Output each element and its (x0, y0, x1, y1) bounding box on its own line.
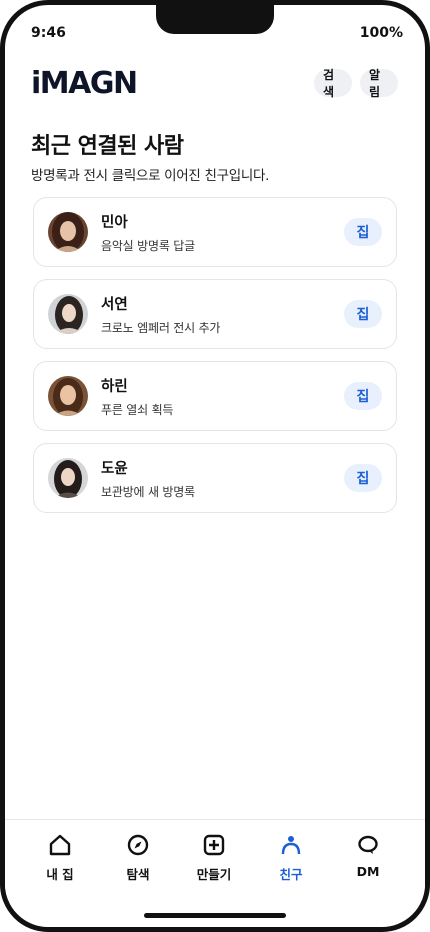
visit-home-button[interactable]: 집 (344, 300, 382, 328)
phone-frame: 9:46 100% iMAGN 검색 알림 최근 연결된 사람 방명록과 전시 … (0, 0, 430, 932)
avatar[interactable] (48, 212, 88, 252)
tab-dm[interactable]: DM (333, 832, 403, 879)
create-icon (179, 832, 249, 858)
page-subtitle: 방명록과 전시 클릭으로 이어진 친구입니다. (31, 168, 270, 184)
home-icon (25, 832, 95, 858)
visit-home-button[interactable]: 집 (344, 464, 382, 492)
tab-label: 탐색 (126, 867, 150, 882)
notch (156, 5, 274, 34)
friend-name: 하린 (101, 379, 128, 395)
avatar-photo-icon (48, 294, 88, 334)
friend-card-harin[interactable]: 하린 푸른 열쇠 획득 집 (33, 361, 397, 431)
bottom-tab-bar: 내 집 탐색 만들기 친구 DM (5, 819, 425, 900)
friend-card-doyun[interactable]: 도윤 보관방에 새 방명록 집 (33, 443, 397, 513)
person-icon (256, 832, 326, 858)
tab-label: 내 집 (46, 867, 74, 882)
friend-name: 민아 (101, 215, 128, 231)
tab-explore[interactable]: 탐색 (103, 832, 173, 883)
avatar[interactable] (48, 458, 88, 498)
visit-home-button[interactable]: 집 (344, 218, 382, 246)
home-indicator (144, 913, 286, 918)
avatar-photo-icon (48, 212, 88, 252)
avatar[interactable] (48, 294, 88, 334)
tab-home[interactable]: 내 집 (25, 832, 95, 883)
tab-label: 친구 (279, 867, 303, 882)
tab-label: DM (356, 864, 380, 879)
friend-card-mina[interactable]: 민아 음악실 방명록 답글 집 (33, 197, 397, 267)
notifications-button[interactable]: 알림 (360, 68, 398, 99)
friend-activity: 푸른 열쇠 획득 (101, 403, 174, 417)
friend-activity: 음악실 방명록 답글 (101, 239, 195, 253)
friend-name: 서연 (101, 297, 128, 313)
avatar-photo-icon (48, 458, 88, 498)
status-battery: 100% (359, 25, 403, 41)
friend-name: 도윤 (101, 461, 128, 477)
page-title: 최근 연결된 사람 (31, 134, 184, 159)
tab-create[interactable]: 만들기 (179, 832, 249, 883)
tab-friends[interactable]: 친구 (256, 832, 326, 883)
status-time: 9:46 (31, 25, 66, 41)
app-logo[interactable]: iMAGN (31, 66, 138, 101)
compass-icon (103, 832, 173, 858)
friend-list: 민아 음악실 방명록 답글 집 서연 크로노 엠페러 전시 추가 집 하린 푸른… (33, 197, 397, 525)
avatar[interactable] (48, 376, 88, 416)
friend-card-seoyeon[interactable]: 서연 크로노 엠페러 전시 추가 집 (33, 279, 397, 349)
chat-icon (333, 832, 403, 858)
search-button[interactable]: 검색 (314, 68, 352, 99)
friend-activity: 크로노 엠페러 전시 추가 (101, 321, 221, 335)
tab-label: 만들기 (196, 867, 232, 882)
friend-activity: 보관방에 새 방명록 (101, 485, 195, 499)
avatar-photo-icon (48, 376, 88, 416)
visit-home-button[interactable]: 집 (344, 382, 382, 410)
